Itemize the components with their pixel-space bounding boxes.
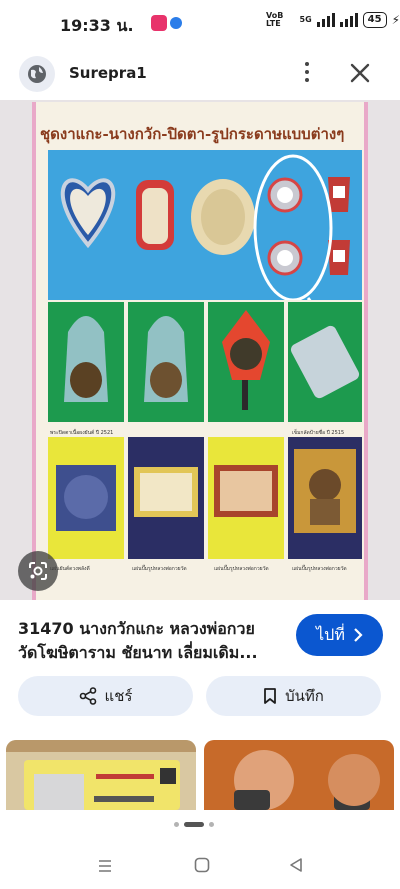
recents-icon[interactable] — [96, 857, 114, 875]
status-indicators: VoB LTE 5G 45 ⚡ — [266, 12, 400, 28]
close-icon[interactable] — [345, 58, 375, 88]
site-name[interactable]: Surepra1 — [69, 64, 147, 82]
more-vert-icon[interactable] — [300, 60, 314, 84]
status-time: 19:33 น. — [60, 16, 134, 35]
amulet-poster-image: ชุดงาแกะ-นางกวัก-ปิดตา-รูปกระดาษแบบต่างๆ — [32, 102, 368, 600]
network-type-label: 5G — [299, 15, 312, 24]
save-button[interactable]: บันทึก — [206, 676, 381, 716]
site-header: Surepra1 — [0, 48, 400, 100]
result-title-line2: วัดโฆษิตาราม ชัยนาท เลี่ยมเดิม... — [18, 643, 258, 662]
battery-indicator: 45 — [362, 12, 387, 28]
poster-title: ชุดงาแกะ-นางกวัก-ปิดตา-รูปกระดาษแบบต่างๆ — [40, 125, 345, 143]
volte-label: VoB LTE — [266, 11, 284, 28]
notification-app-icon — [151, 15, 167, 31]
save-label: บันทึก — [285, 687, 324, 705]
charging-icon: ⚡ — [391, 13, 400, 27]
related-image-1[interactable] — [6, 740, 196, 810]
notification-app-icon-2 — [170, 17, 182, 29]
bookmark-icon — [264, 688, 277, 704]
google-lens-icon[interactable] — [18, 551, 58, 591]
globe-icon[interactable] — [19, 56, 55, 92]
result-title[interactable]: 31470 นางกวักแกะ หลวงพ่อกวย วัดโฆษิตาราม… — [18, 617, 283, 665]
result-title-line1: 31470 นางกวักแกะ หลวงพ่อกวย — [18, 619, 255, 638]
status-bar: 19:33 น. VoB LTE 5G 45 ⚡ — [0, 0, 400, 48]
signal-icon-2 — [339, 13, 358, 27]
share-icon — [79, 687, 96, 705]
carousel-indicator — [174, 822, 214, 827]
related-image-2[interactable] — [204, 740, 394, 810]
share-label: แชร์ — [104, 687, 133, 705]
back-icon[interactable] — [287, 856, 305, 874]
poster-label-bottom4: แผ่นปั๊มรูปหลวงพ่อกวยวัด — [292, 566, 347, 572]
poster-label-bottom3: แผ่นปั๊มรูปหลวงพ่อกวยวัด — [214, 566, 269, 572]
poster-top-panel — [48, 150, 362, 323]
poster-middle-row — [48, 302, 362, 432]
system-nav-bar — [0, 845, 400, 889]
poster-label-green1: พระปิดตาเนื้อผงยันต์ ปี 2521 — [50, 430, 114, 436]
visit-button-label: ไปที่ — [316, 624, 345, 644]
poster-bottom-row — [48, 437, 362, 567]
signal-icon — [316, 13, 335, 27]
image-preview[interactable]: ชุดงาแกะ-นางกวัก-ปิดตา-รูปกระดาษแบบต่างๆ — [0, 100, 400, 600]
home-icon[interactable] — [193, 856, 211, 874]
poster-label-silver: เข็มกลัดป้ายชื่อ ปี 2515 — [292, 430, 345, 436]
poster-label-bottom2: แผ่นปั๊มรูปหลวงพ่อกวยวัด — [132, 566, 187, 572]
visit-button[interactable]: ไปที่ — [296, 614, 383, 656]
chevron-right-icon — [354, 628, 363, 642]
share-button[interactable]: แชร์ — [18, 676, 193, 716]
